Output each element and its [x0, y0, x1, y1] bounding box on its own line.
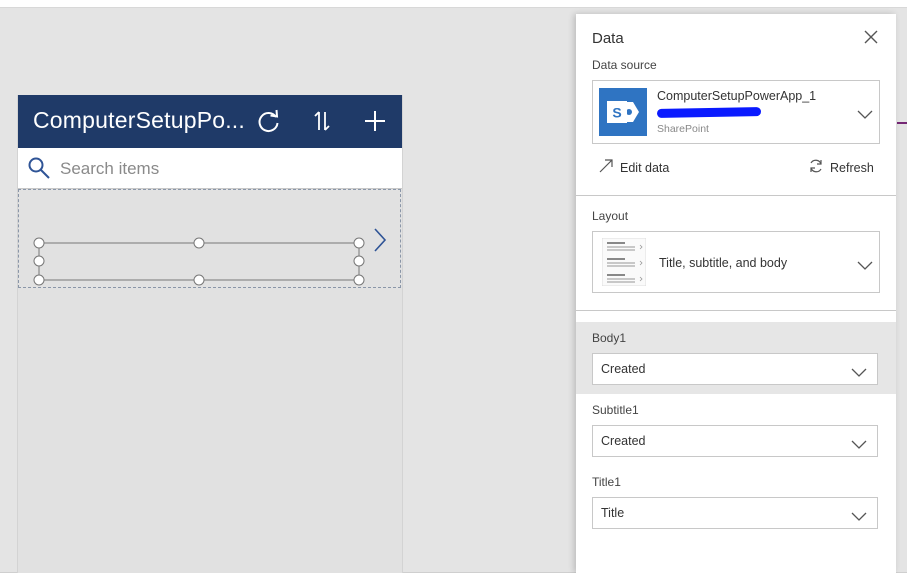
sharepoint-logo-letter: S: [612, 105, 621, 121]
body1-dropdown[interactable]: Created: [592, 353, 878, 385]
chevron-down-icon[interactable]: [857, 258, 873, 270]
search-input[interactable]: Search items: [60, 159, 159, 179]
refresh-icon: [808, 158, 824, 177]
layout-value: Title, subtitle, and body: [659, 256, 788, 270]
sort-icon[interactable]: [306, 105, 338, 137]
app-title[interactable]: ComputerSetupPo...: [33, 107, 245, 134]
field-label-body1: Body1: [592, 331, 627, 345]
divider: [576, 195, 896, 196]
data-panel: Data Data source S ComputerSetupPowerApp…: [576, 14, 896, 573]
data-source-name: ComputerSetupPowerApp_1: [657, 89, 817, 103]
subtitle1-value: Created: [601, 434, 646, 448]
title1-value: Title: [601, 506, 625, 520]
app-screen[interactable]: ComputerSetupPo... Search items: [17, 95, 403, 573]
divider: [576, 310, 896, 311]
add-icon[interactable]: [359, 105, 391, 137]
close-icon[interactable]: [862, 28, 880, 46]
subtitle1-dropdown[interactable]: Created: [592, 425, 878, 457]
refresh-icon[interactable]: [253, 105, 285, 137]
panel-title: Data: [592, 30, 624, 47]
search-bar[interactable]: Search items: [18, 148, 402, 189]
chevron-down-icon[interactable]: [851, 437, 867, 449]
chevron-down-icon[interactable]: [851, 509, 867, 521]
body1-value: Created: [601, 362, 646, 376]
data-source-type: SharePoint: [657, 123, 709, 135]
gallery-template[interactable]: [18, 189, 401, 288]
data-source-label: Data source: [592, 58, 657, 72]
selection-handles[interactable]: [19, 190, 402, 289]
search-icon: [27, 156, 51, 185]
accent-line: [897, 122, 907, 124]
layout-thumbnail-icon: [602, 238, 646, 286]
title1-dropdown[interactable]: Title: [592, 497, 878, 529]
redaction-mark: [656, 107, 762, 118]
data-source-dropdown[interactable]: S ComputerSetupPowerApp_1 SharePoint: [592, 80, 880, 144]
layout-dropdown[interactable]: Title, subtitle, and body: [592, 231, 880, 293]
field-label-subtitle1: Subtitle1: [592, 403, 639, 417]
arrow-up-right-icon: [598, 158, 614, 177]
sharepoint-icon: S: [599, 88, 647, 136]
chevron-down-icon[interactable]: [851, 365, 867, 377]
refresh-label: Refresh: [830, 160, 874, 175]
field-label-title1: Title1: [592, 475, 621, 489]
edit-data-label: Edit data: [620, 160, 670, 175]
refresh-link[interactable]: Refresh: [808, 158, 874, 177]
chevron-down-icon[interactable]: [857, 107, 873, 119]
chevron-right-icon[interactable]: [372, 227, 388, 258]
app-header: ComputerSetupPo...: [18, 95, 402, 148]
layout-label: Layout: [592, 209, 629, 223]
edit-data-link[interactable]: Edit data: [598, 158, 669, 177]
